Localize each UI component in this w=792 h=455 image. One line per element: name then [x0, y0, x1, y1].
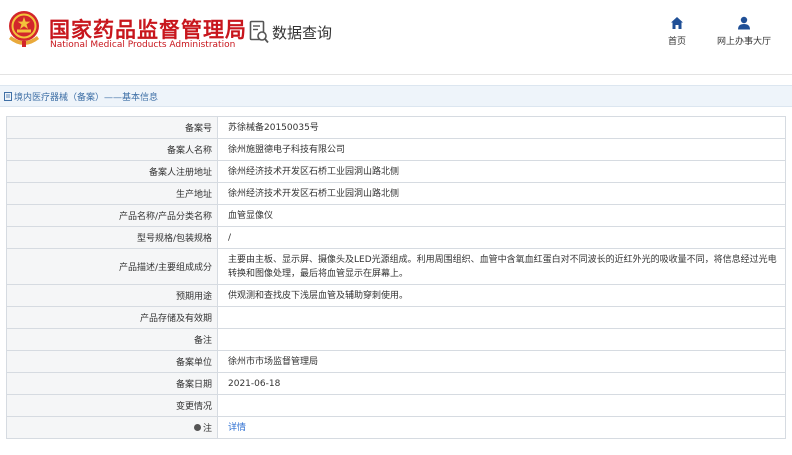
field-value-record-number: 苏徐械备20150035号 [217, 116, 786, 139]
field-label-note: 注 [6, 416, 218, 439]
record-info-table: 备案号 苏徐械备20150035号 备案人名称 徐州施盟德电子科技有限公司 备案… [6, 116, 786, 439]
user-icon [738, 16, 750, 30]
field-label-remarks: 备注 [6, 328, 218, 351]
field-value-filing-unit: 徐州市市场监督管理局 [217, 350, 786, 373]
table-row: 生产地址 徐州经济技术开发区石桥工业园洞山路北侧 [6, 182, 786, 205]
nav-online-office-button[interactable]: 网上办事大厅 [712, 16, 776, 47]
table-row: 型号规格/包装规格 / [6, 226, 786, 249]
nav-home-button[interactable]: 首页 [662, 16, 692, 47]
table-row: 备案人注册地址 徐州经济技术开发区石桥工业园洞山路北侧 [6, 160, 786, 183]
table-row: 注 详情 [6, 416, 786, 439]
field-value-model-spec: / [217, 226, 786, 249]
site-header: 国家药品监督管理局 National Medical Products Admi… [0, 0, 792, 74]
table-row: 产品描述/主要组成成分 主要由主板、显示屏、摄像头及LED光源组成。利用周围组织… [6, 248, 786, 285]
field-value-note: 详情 [217, 416, 786, 439]
field-label-production-address: 生产地址 [6, 182, 218, 205]
breadcrumb-label: 境内医疗器械（备案）——基本信息 [14, 93, 159, 103]
field-label-filing-date: 备案日期 [6, 372, 218, 395]
field-value-intended-use: 供观测和查找皮下浅层血管及辅助穿刺使用。 [217, 284, 786, 307]
national-emblem-icon [9, 11, 39, 47]
table-row: 变更情况 [6, 394, 786, 417]
note-label-text: 注 [202, 424, 212, 434]
table-row: 备案号 苏徐械备20150035号 [6, 116, 786, 139]
field-label-registered-address: 备案人注册地址 [6, 160, 218, 183]
field-value-product-name: 血管显像仪 [217, 204, 786, 227]
field-label-product-description: 产品描述/主要组成成分 [6, 248, 218, 285]
field-label-record-number: 备案号 [6, 116, 218, 139]
field-label-product-name: 产品名称/产品分类名称 [6, 204, 218, 227]
breadcrumb-item[interactable]: 境内医疗器械（备案）——基本信息 [4, 90, 158, 103]
field-value-production-address: 徐州经济技术开发区石桥工业园洞山路北侧 [217, 182, 786, 205]
field-label-intended-use: 预期用途 [6, 284, 218, 307]
table-row: 备案单位 徐州市市场监督管理局 [6, 350, 786, 373]
agency-name-en: National Medical Products Administration [50, 40, 236, 50]
data-query-icon [249, 20, 269, 44]
table-row: 备案日期 2021-06-18 [6, 372, 786, 395]
field-value-registrant-name: 徐州施盟德电子科技有限公司 [217, 138, 786, 161]
field-label-model-spec: 型号规格/包装规格 [6, 226, 218, 249]
field-value-remarks [217, 328, 786, 351]
note-bullet-icon [193, 424, 201, 431]
field-label-filing-unit: 备案单位 [6, 350, 218, 373]
field-value-change-status [217, 394, 786, 417]
table-row: 预期用途 供观测和查找皮下浅层血管及辅助穿刺使用。 [6, 284, 786, 307]
field-label-storage-validity: 产品存储及有效期 [6, 306, 218, 329]
table-row: 备注 [6, 328, 786, 351]
field-value-filing-date: 2021-06-18 [217, 372, 786, 395]
header-divider [0, 74, 792, 75]
page-title: 数据查询 [272, 24, 333, 42]
document-icon [4, 92, 12, 101]
table-row: 产品名称/产品分类名称 血管显像仪 [6, 204, 786, 227]
table-row: 备案人名称 徐州施盟德电子科技有限公司 [6, 138, 786, 161]
field-label-registrant-name: 备案人名称 [6, 138, 218, 161]
home-icon [671, 17, 683, 29]
nav-office-label: 网上办事大厅 [716, 37, 771, 47]
field-value-registered-address: 徐州经济技术开发区石桥工业园洞山路北侧 [217, 160, 786, 183]
nav-home-label: 首页 [667, 37, 686, 47]
field-value-product-description: 主要由主板、显示屏、摄像头及LED光源组成。利用周围组织、血管中含氧血红蛋白对不… [217, 248, 786, 285]
breadcrumb: 境内医疗器械（备案）——基本信息 [0, 85, 792, 107]
table-row: 产品存储及有效期 [6, 306, 786, 329]
field-value-storage-validity [217, 306, 786, 329]
field-label-change-status: 变更情况 [6, 394, 218, 417]
details-link[interactable]: 详情 [228, 423, 246, 433]
